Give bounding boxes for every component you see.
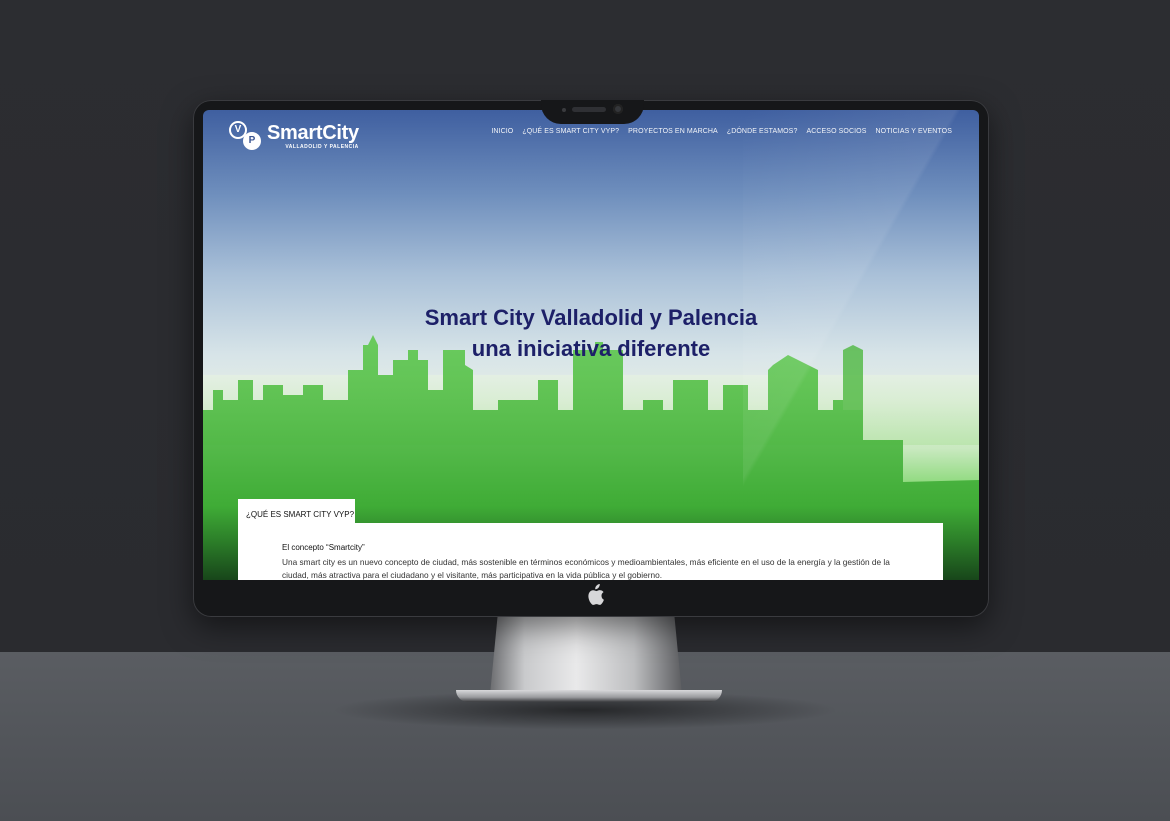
speaker-grille (572, 107, 606, 112)
camera-icon (613, 104, 623, 114)
monitor-stand-base (456, 690, 722, 702)
logo-subtitle: VALLADOLID Y PALENCIA (285, 143, 359, 150)
logo-title: SmartCity (267, 121, 359, 144)
nav-item-noticias[interactable]: NOTICIAS Y EVENTOS (876, 128, 953, 135)
hero-heading: Smart City Valladolid y Palencia una ini… (203, 302, 979, 364)
hero-line-2: una iniciativa diferente (471, 336, 711, 361)
site-logo[interactable]: V P SmartCity VALLADOLID Y PALENCIA (229, 120, 359, 152)
section-tab[interactable]: ¿QUÉ ES SMART CITY VYP? (238, 499, 355, 524)
monitor-stand (490, 615, 682, 695)
main-navigation: INICIO ¿QUÉ ES SMART CITY VYP? PROYECTOS… (491, 128, 952, 135)
nav-item-proyectos[interactable]: PROYECTOS EN MARCHA (628, 128, 718, 135)
apple-icon (583, 584, 607, 610)
nav-item-inicio[interactable]: INICIO (491, 128, 513, 135)
vp-logo-icon: V P (229, 121, 263, 151)
sensor-dot (562, 108, 566, 112)
monitor-notch (541, 100, 644, 124)
nav-item-que-es[interactable]: ¿QUÉ ES SMART CITY VYP? (522, 128, 619, 135)
nav-item-donde-estamos[interactable]: ¿DÓNDE ESTAMOS? (727, 128, 798, 135)
hero-line-1: Smart City Valladolid y Palencia (424, 305, 758, 330)
website-screen: V P SmartCity VALLADOLID Y PALENCIA INIC… (203, 110, 979, 580)
logo-letter-p: P (243, 132, 261, 150)
nav-item-acceso-socios[interactable]: ACCESO SOCIOS (806, 128, 866, 135)
concept-body: Una smart city es un nuevo concepto de c… (282, 557, 890, 580)
content-card: El concepto “Smartcity” Una smart city e… (238, 523, 943, 580)
concept-title: El concepto “Smartcity” (282, 543, 365, 552)
